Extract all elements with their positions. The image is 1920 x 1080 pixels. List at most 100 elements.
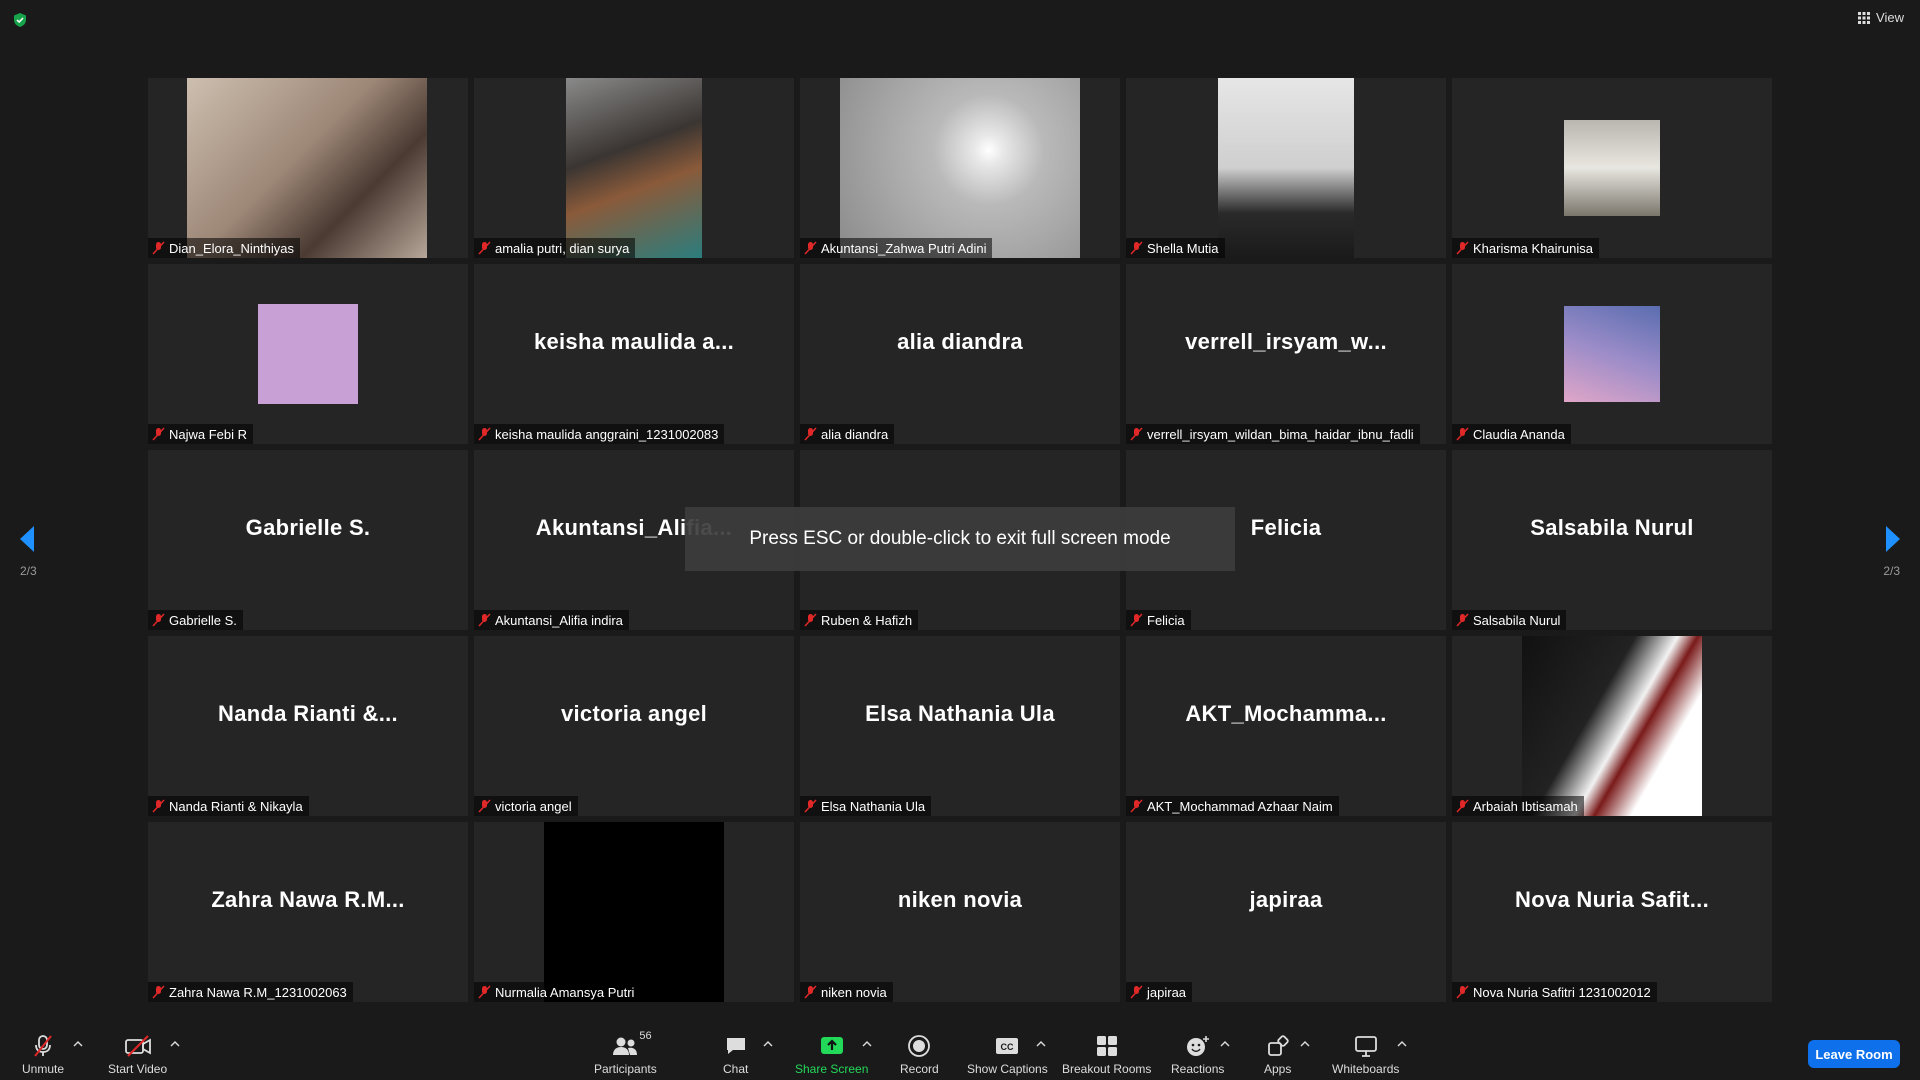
security-shield-icon[interactable] [12,12,28,28]
grid-view-icon [1858,11,1871,24]
muted-mic-icon [1130,799,1143,813]
muted-mic-icon [152,985,165,999]
participant-tile[interactable]: Gabrielle S. Gabrielle S. [148,450,468,630]
whiteboards-options-caret-icon[interactable] [1397,1040,1407,1048]
participant-tile[interactable]: japiraa japiraa [1126,822,1446,1002]
participant-tile[interactable]: amalia putri, dian surya [474,78,794,258]
participant-tile[interactable]: keisha maulida a... keisha maulida anggr… [474,264,794,444]
participant-name-label: Dian_Elora_Ninthiyas [148,238,301,258]
view-label: View [1876,10,1904,25]
participant-name-label: Kharisma Khairunisa [1452,238,1599,258]
video-feed [566,78,702,258]
video-feed [544,822,724,1002]
breakout-rooms-button[interactable]: Breakout Rooms [1062,1032,1151,1076]
share-options-caret-icon[interactable] [862,1040,872,1048]
view-button[interactable]: View [1858,10,1904,25]
participant-tile[interactable]: Shella Mutia [1126,78,1446,258]
participant-tile[interactable]: Najwa Febi R [148,264,468,444]
profile-picture [258,304,358,404]
muted-mic-icon [1456,799,1469,813]
audio-options-caret-icon[interactable] [73,1040,83,1048]
captions-options-caret-icon[interactable] [1036,1040,1046,1048]
video-feed [1218,78,1354,258]
apps-button[interactable]: Apps [1264,1032,1291,1076]
participant-name-label: Claudia Ananda [1452,424,1571,444]
muted-mic-icon [1130,613,1143,627]
participant-tile[interactable]: Arbaiah Ibtisamah [1452,636,1772,816]
participant-tile[interactable]: alia diandra alia diandra [800,264,1120,444]
participant-tile[interactable]: Nurmalia Amansya Putri [474,822,794,1002]
participant-tile[interactable]: Nanda Rianti &... Nanda Rianti & Nikayla [148,636,468,816]
profile-picture [1564,120,1660,216]
whiteboard-icon [1354,1036,1377,1057]
page-indicator-left: 2/3 [20,564,37,578]
muted-mic-icon [152,613,165,627]
video-feed [187,78,427,258]
chat-button[interactable]: Chat [723,1032,748,1076]
muted-mic-icon [152,427,165,441]
svg-text:CC: CC [1001,1042,1014,1052]
start-video-button[interactable]: Start Video [108,1032,167,1076]
record-icon [908,1035,931,1057]
muted-mic-icon [1130,241,1143,255]
share-screen-button[interactable]: Share Screen [795,1032,868,1076]
participant-tile[interactable]: Kharisma Khairunisa [1452,78,1772,258]
reactions-button[interactable]: Reactions [1171,1032,1224,1076]
participant-name-label: Salsabila Nurul [1452,610,1567,630]
participant-tile[interactable]: Dian_Elora_Ninthiyas [148,78,468,258]
record-button[interactable]: Record [900,1032,939,1076]
muted-mic-icon [1456,241,1469,255]
participant-tile[interactable]: AKT_Mochamma... AKT_Mochammad Azhaar Nai… [1126,636,1446,816]
muted-mic-icon [1456,427,1469,441]
previous-page-arrow-icon[interactable] [18,524,38,554]
participant-name-label: verrell_irsyam_wildan_bima_haidar_ibnu_f… [1126,424,1420,444]
participant-tile[interactable]: Elsa Nathania Ula Elsa Nathania Ula [800,636,1120,816]
leave-room-button[interactable]: Leave Room [1808,1040,1900,1068]
participant-tile[interactable]: Claudia Ananda [1452,264,1772,444]
participants-count: 56 [639,1030,652,1042]
participants-button[interactable]: 56 Participants [594,1030,657,1076]
profile-picture [1564,306,1660,402]
next-page-arrow-icon[interactable] [1882,524,1902,554]
muted-mic-icon [478,985,491,999]
apps-options-caret-icon[interactable] [1300,1040,1310,1048]
participant-tile[interactable]: Salsabila Nurul Salsabila Nurul [1452,450,1772,630]
participant-display-name: Nanda Rianti &... [218,701,398,726]
participant-name-label: Nanda Rianti & Nikayla [148,796,309,816]
show-captions-button[interactable]: CC Show Captions [967,1032,1048,1076]
closed-captions-icon: CC [996,1038,1019,1054]
participant-tile[interactable]: niken novia niken novia [800,822,1120,1002]
participant-name-label: alia diandra [800,424,895,444]
top-bar: View [0,0,1920,40]
muted-mic-icon [804,427,817,441]
muted-microphone-icon [34,1035,52,1057]
muted-mic-icon [804,985,817,999]
participant-display-name: japiraa [1249,887,1323,912]
reactions-options-caret-icon[interactable] [1220,1040,1230,1048]
participant-name-label: niken novia [800,982,893,1002]
participant-tile[interactable]: victoria angel victoria angel [474,636,794,816]
participant-display-name: keisha maulida a... [533,329,735,354]
participant-name-label: victoria angel [474,796,578,816]
meeting-toolbar: Unmute Start Video 56 Participants Chat … [0,1020,1920,1080]
unmute-button[interactable]: Unmute [22,1032,64,1076]
participant-tile[interactable]: verrell_irsyam_w... verrell_irsyam_wilda… [1126,264,1446,444]
muted-mic-icon [804,613,817,627]
participant-name-label: Nova Nuria Safitri 1231002012 [1452,982,1657,1002]
muted-mic-icon [478,799,491,813]
participants-icon [613,1037,638,1055]
participant-tile[interactable]: Nova Nuria Safit... Nova Nuria Safitri 1… [1452,822,1772,1002]
participant-tile[interactable]: Akuntansi_Zahwa Putri Adini [800,78,1120,258]
page-indicator-right: 2/3 [1883,564,1900,578]
fullscreen-exit-toast: Press ESC or double-click to exit full s… [685,507,1235,571]
video-off-icon [124,1035,151,1057]
chat-options-caret-icon[interactable] [763,1040,773,1048]
whiteboards-button[interactable]: Whiteboards [1332,1032,1399,1076]
muted-mic-icon [1456,985,1469,999]
participant-display-name: Nova Nuria Safit... [1515,887,1709,912]
video-options-caret-icon[interactable] [170,1040,180,1048]
participant-tile[interactable]: Zahra Nawa R.M... Zahra Nawa R.M_1231002… [148,822,468,1002]
muted-mic-icon [1130,427,1143,441]
participant-display-name: AKT_Mochamma... [1185,701,1387,726]
muted-mic-icon [1130,985,1143,999]
